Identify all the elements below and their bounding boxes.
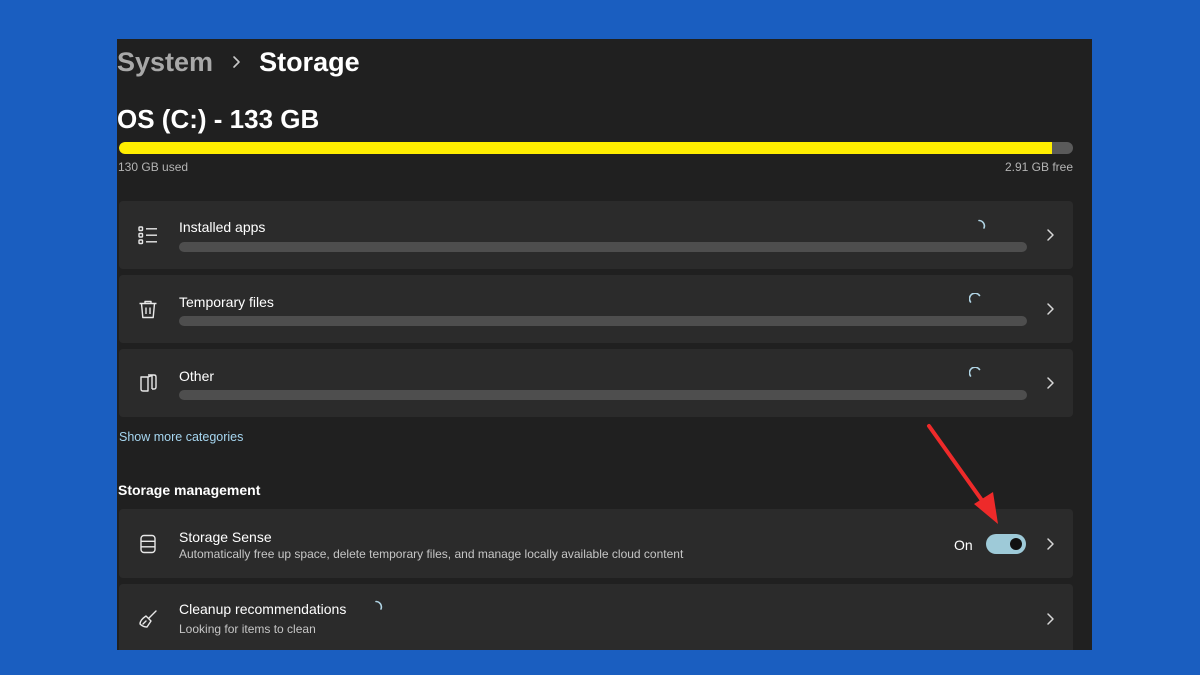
breadcrumb-current-page: Storage	[259, 47, 360, 77]
storage-sense-toggle[interactable]	[986, 534, 1026, 554]
documents-icon	[137, 372, 159, 394]
free-space-label: 2.91 GB free	[1004, 160, 1073, 174]
chevron-right-icon	[1045, 612, 1055, 626]
category-temporary-files[interactable]: Temporary files	[119, 275, 1073, 343]
storage-sense-title: Storage Sense	[179, 529, 272, 545]
storage-usage-bar	[119, 142, 1073, 154]
storage-usage-fill	[119, 142, 1052, 154]
cleanup-recommendations-description: Looking for items to clean	[179, 622, 316, 636]
category-label: Installed apps	[179, 219, 266, 235]
settings-window: System Storage OS (C:) - 133 GB 130 GB u…	[117, 39, 1092, 650]
chevron-right-icon	[1045, 228, 1055, 242]
show-more-categories-link[interactable]: Show more categories	[119, 430, 243, 444]
storage-drive-icon	[137, 533, 159, 555]
annotation-arrow-icon	[918, 418, 1008, 533]
trash-icon	[137, 298, 159, 320]
category-usage-bar	[179, 242, 1027, 252]
loading-spinner-icon	[369, 600, 383, 614]
breadcrumb-system[interactable]: System	[117, 45, 213, 79]
category-label: Temporary files	[179, 294, 274, 310]
category-usage-bar	[179, 316, 1027, 326]
loading-spinner-icon	[969, 367, 983, 381]
category-other[interactable]: Other	[119, 349, 1073, 417]
loading-spinner-icon	[972, 219, 986, 233]
used-space-label: 130 GB used	[118, 160, 189, 174]
chevron-right-icon	[1045, 302, 1055, 316]
cleanup-recommendations-title: Cleanup recommendations	[179, 601, 347, 617]
storage-sense-description: Automatically free up space, delete temp…	[179, 547, 684, 561]
category-label: Other	[179, 368, 215, 384]
storage-management-heading: Storage management	[118, 482, 261, 498]
breadcrumb-chevron-icon	[213, 55, 259, 69]
broom-icon	[137, 608, 159, 630]
loading-spinner-icon	[969, 293, 983, 307]
breadcrumb: System Storage	[117, 45, 360, 79]
chevron-right-icon	[1045, 376, 1055, 390]
storage-sense-toggle-state: On	[954, 537, 973, 553]
toggle-knob	[1010, 538, 1022, 550]
category-usage-bar	[179, 390, 1027, 400]
cleanup-recommendations-card[interactable]: Cleanup recommendations Looking for item…	[119, 584, 1073, 650]
drive-title: OS (C:) - 133 GB	[117, 104, 320, 134]
category-installed-apps[interactable]: Installed apps	[119, 201, 1073, 269]
app-list-icon	[137, 224, 159, 246]
chevron-right-icon	[1045, 537, 1055, 551]
